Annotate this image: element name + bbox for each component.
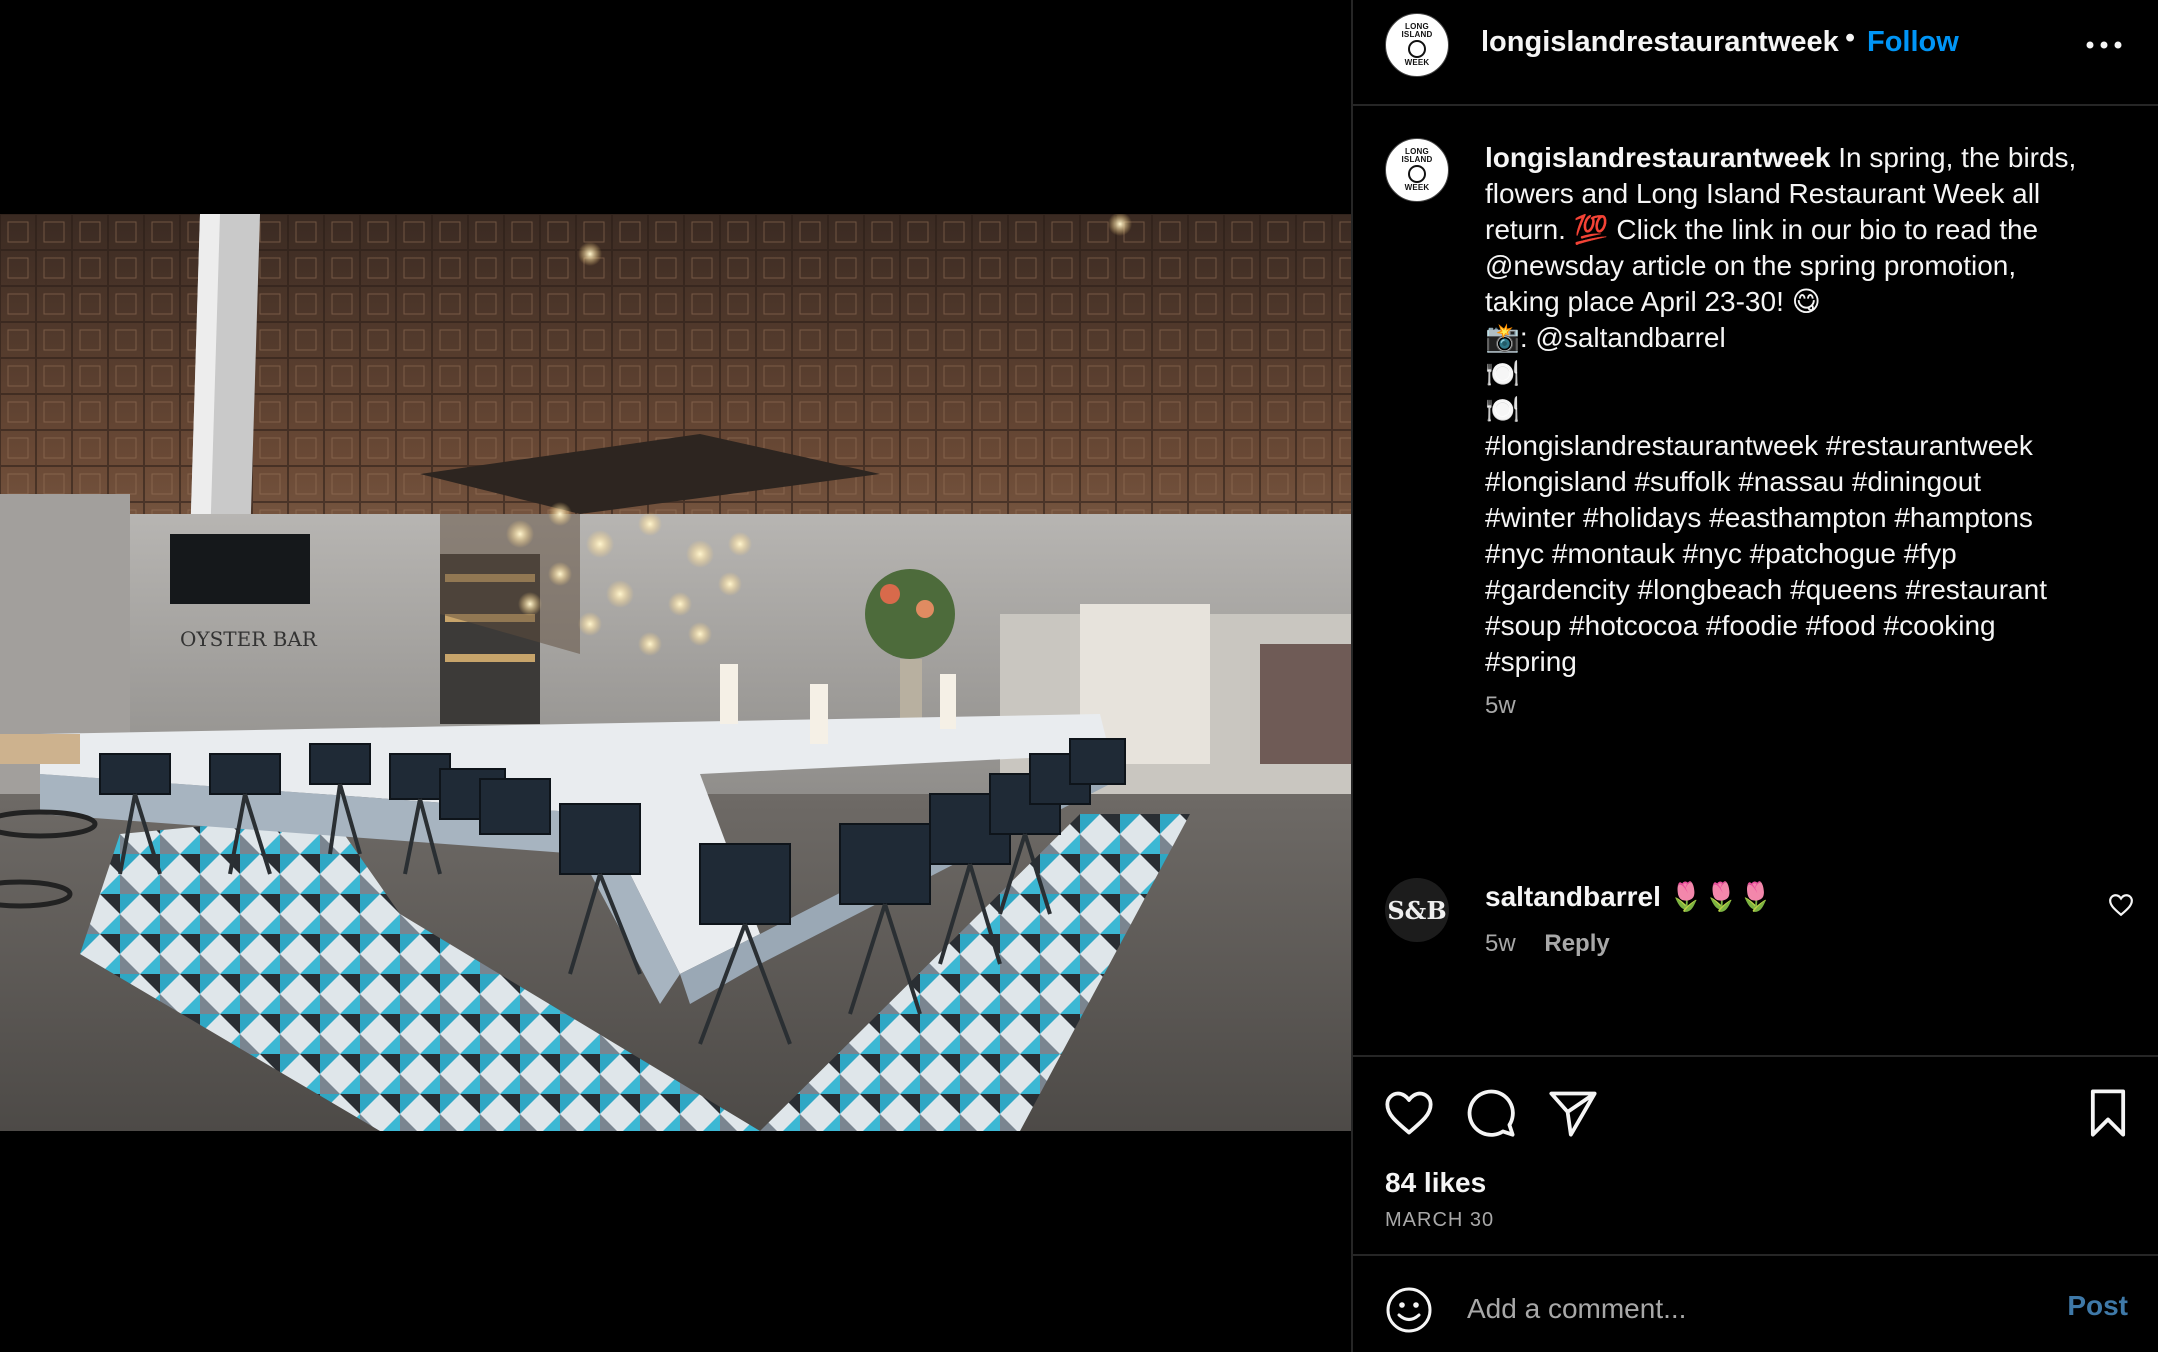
caption-hashtags[interactable]: #nyc #montauk #nyc #patchogue #fyp — [1485, 536, 2125, 572]
caption-hashtags[interactable]: #longislandrestaurantweek #restaurantwee… — [1485, 428, 2125, 464]
caption-hashtags[interactable]: #longisland #suffolk #nassau #diningout — [1485, 464, 2125, 500]
commenter-avatar[interactable]: S&B — [1385, 878, 1449, 942]
comment-composer: Post — [1353, 1254, 2158, 1352]
caption-line: 🍽️ — [1485, 394, 1520, 425]
caption-hashtags[interactable]: #winter #holidays #easthampton #hamptons — [1485, 500, 2125, 536]
caption-line: @newsday article on the spring promotion… — [1485, 250, 2017, 281]
emoji-icon[interactable] — [1385, 1286, 1433, 1334]
caption-line: return. 💯 Click the link in our bio to r… — [1485, 214, 2039, 245]
caption-timestamp[interactable]: 5w — [1485, 692, 1516, 720]
comment-timestamp[interactable]: 5w — [1485, 930, 1516, 957]
likes-count[interactable]: 84 likes — [1385, 1167, 1486, 1199]
avatar-logo-ring — [1408, 40, 1426, 58]
post-comment-button[interactable]: Post — [2067, 1290, 2128, 1322]
avatar-text-island: ISLAND — [1401, 30, 1433, 39]
send-icon[interactable] — [1547, 1087, 1599, 1139]
bookmark-icon[interactable] — [2082, 1087, 2134, 1139]
author-username[interactable]: longislandrestaurantweek — [1481, 26, 1839, 59]
follow-button[interactable]: Follow — [1867, 26, 1959, 59]
caption-hashtags[interactable]: #soup #hotcocoa #foodie #food #cooking — [1485, 608, 2125, 644]
post-date: MARCH 30 — [1385, 1209, 1495, 1231]
comment-icon[interactable] — [1465, 1087, 1517, 1139]
avatar-text-island: ISLAND — [1401, 155, 1433, 164]
comment-meta: 5w Reply — [1485, 930, 1610, 958]
caption-block: LONG ISLAND WEEK longislandrestaurantwee… — [1353, 106, 2158, 1056]
avatar-text-week: WEEK — [1404, 183, 1430, 192]
post-side-panel: LONG ISLAND WEEK longislandrestaurantwee… — [1351, 0, 2158, 1352]
comment-body: saltandbarrel 🌷🌷🌷 — [1485, 880, 1773, 913]
heart-icon[interactable] — [1383, 1087, 1435, 1139]
caption-photo-credit: 📸: @saltandbarrel — [1485, 322, 1726, 353]
caption-hashtags[interactable]: #spring — [1485, 644, 2125, 680]
separator-dot: • — [1845, 22, 1856, 54]
caption-author-avatar[interactable]: LONG ISLAND WEEK — [1385, 138, 1449, 202]
restaurant-bar-photo: OYSTER BAR — [0, 214, 1351, 1131]
comment-item: S&B saltandbarrel 🌷🌷🌷 5w Reply — [1353, 868, 2158, 978]
caption-line: taking place April 23-30! 😋 — [1485, 286, 1821, 317]
avatar-text-week: WEEK — [1404, 58, 1430, 67]
caption-line: 🍽️ — [1485, 358, 1520, 389]
caption-line: longislandrestaurantweek In spring, the … — [1485, 140, 2125, 176]
post-actions: 84 likes MARCH 30 — [1353, 1055, 2158, 1255]
caption-line-text: In spring, the birds, — [1830, 142, 2077, 173]
caption-text: longislandrestaurantweek In spring, the … — [1485, 140, 2125, 680]
more-icon[interactable] — [2084, 30, 2124, 60]
instagram-post-view: OYSTER BAR LONG ISLAND WEEK longislandre… — [0, 0, 2158, 1352]
post-header: LONG ISLAND WEEK longislandrestaurantwee… — [1353, 0, 2158, 106]
caption-hashtags[interactable]: #gardencity #longbeach #queens #restaura… — [1485, 572, 2125, 608]
svg-text:OYSTER BAR: OYSTER BAR — [180, 627, 318, 651]
reply-button[interactable]: Reply — [1544, 930, 1609, 957]
post-media-area: OYSTER BAR — [0, 0, 1351, 1352]
author-avatar[interactable]: LONG ISLAND WEEK — [1385, 13, 1449, 77]
caption-line: flowers and Long Island Restaurant Week … — [1485, 178, 2041, 209]
comment-like-heart-icon[interactable] — [2108, 892, 2134, 918]
avatar-logo-ring — [1408, 165, 1426, 183]
post-photo[interactable]: OYSTER BAR — [0, 214, 1351, 1131]
caption-username[interactable]: longislandrestaurantweek — [1485, 142, 1830, 173]
comment-text: 🌷🌷🌷 — [1660, 881, 1774, 912]
commenter-username[interactable]: saltandbarrel — [1485, 881, 1661, 912]
comment-input[interactable] — [1465, 1280, 1989, 1338]
